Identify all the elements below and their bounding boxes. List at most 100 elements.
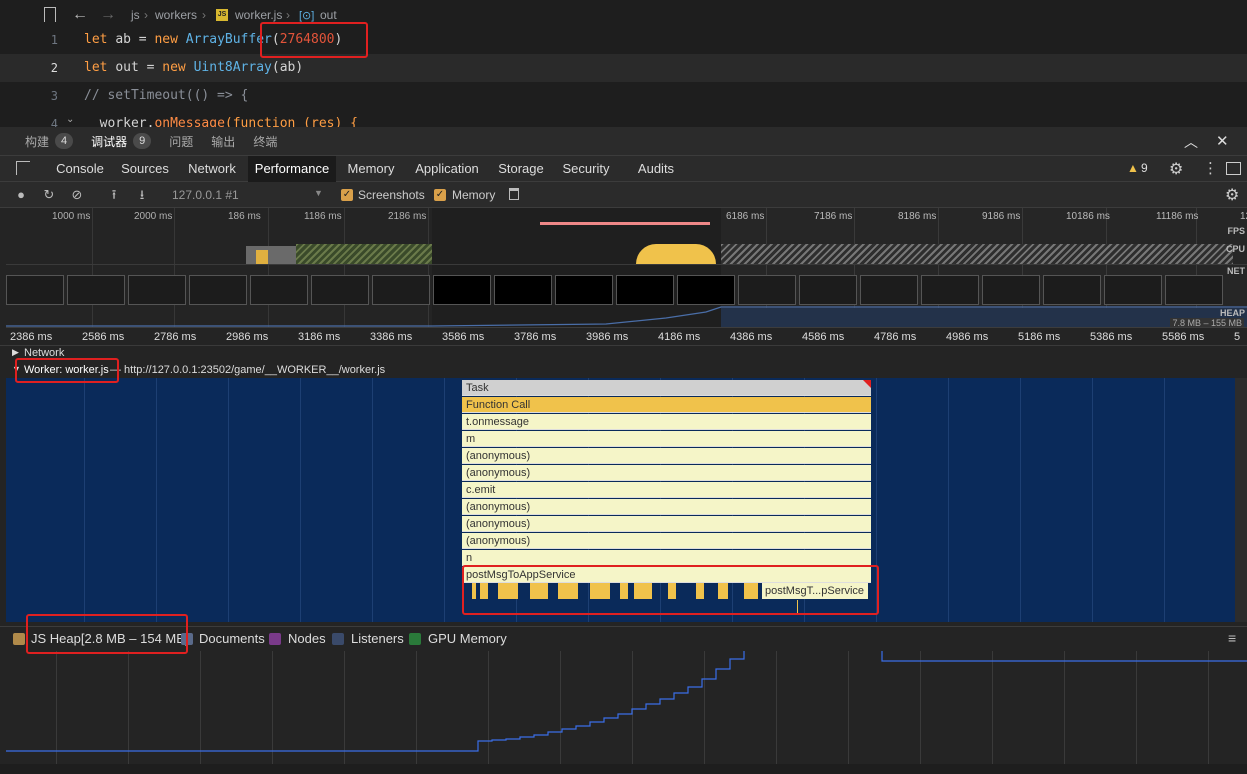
postmsg-call[interactable] [590, 583, 610, 599]
tab-application[interactable]: Application [408, 156, 486, 182]
network-track[interactable]: ▶ Network [0, 346, 1247, 360]
flame-bar[interactable]: postMsgT...pService [762, 583, 868, 599]
code-line[interactable]: 1 let ab = new ArrayBuffer(2764800) [0, 26, 1247, 54]
download-icon[interactable]: ⭳ [135, 188, 149, 202]
trash-icon[interactable] [509, 188, 519, 200]
panel-tab-problems[interactable]: 问题 [169, 133, 193, 150]
gear-icon[interactable]: ⚙ [1169, 159, 1183, 179]
screenshot-thumbnail[interactable] [921, 275, 979, 305]
screenshot-thumbnail[interactable] [494, 275, 552, 305]
flame-bar[interactable]: (anonymous) [462, 516, 871, 532]
panel-tab-output[interactable]: 输出 [211, 133, 235, 150]
dock-icon[interactable] [1226, 162, 1241, 175]
legend-checkbox[interactable] [13, 633, 25, 645]
memory-graph[interactable] [6, 651, 1247, 764]
clear-icon[interactable]: ⊘ [70, 188, 84, 202]
gear-icon[interactable]: ⚙ [1225, 185, 1239, 205]
screenshot-thumbnail[interactable] [616, 275, 674, 305]
panel-tab-debugger[interactable]: 调试器 9 [91, 133, 152, 150]
panel-tab-terminal[interactable]: 终端 [253, 133, 277, 150]
tab-console[interactable]: Console [50, 156, 110, 182]
more-vertical-icon[interactable]: ⋮ [1203, 159, 1218, 177]
collapse-triangle-icon[interactable]: ▼ [12, 364, 21, 374]
flame-bar[interactable]: postMsgToAppService [462, 567, 871, 583]
warning-icon[interactable]: ▲ [1127, 161, 1139, 175]
screenshot-thumbnail[interactable] [372, 275, 430, 305]
code-line[interactable]: 2 let out = new Uint8Array(ab) [0, 54, 1247, 82]
postmsg-call[interactable] [620, 583, 628, 599]
screenshot-thumbnail[interactable] [799, 275, 857, 305]
code-editor[interactable]: ← → js › workers › JS worker.js › [⊙] ou… [0, 0, 1247, 131]
menu-icon[interactable]: ≡ [1228, 630, 1236, 646]
bottom-scrollbar[interactable] [0, 764, 1247, 774]
flame-bar[interactable]: c.emit [462, 482, 871, 498]
legend-label[interactable]: Listeners [351, 631, 404, 646]
tab-performance[interactable]: Performance [248, 156, 336, 182]
screenshot-thumbnail[interactable] [311, 275, 369, 305]
flame-bar[interactable]: m [462, 431, 871, 447]
tab-memory[interactable]: Memory [341, 156, 401, 182]
postmsg-call[interactable] [718, 583, 728, 599]
tab-network[interactable]: Network [181, 156, 243, 182]
screenshot-thumbnail[interactable] [6, 275, 64, 305]
screenshots-checkbox[interactable]: ✓ [341, 189, 353, 201]
legend-checkbox[interactable] [332, 633, 344, 645]
postmsg-call[interactable] [530, 583, 548, 599]
tab-sources[interactable]: Sources [116, 156, 174, 182]
legend-label[interactable]: Documents [199, 631, 265, 646]
close-icon[interactable]: ✕ [1216, 132, 1229, 150]
code-line[interactable]: 3 // setTimeout(() => { [0, 82, 1247, 110]
forward-arrow-icon[interactable]: → [100, 6, 116, 24]
flame-bar[interactable]: n [462, 550, 871, 566]
screenshot-thumbnail[interactable] [433, 275, 491, 305]
postmsg-call[interactable] [480, 583, 488, 599]
screenshot-thumbnail[interactable] [250, 275, 308, 305]
legend-label[interactable]: Nodes [288, 631, 326, 646]
postmsg-call[interactable] [498, 583, 518, 599]
breadcrumb-file[interactable]: worker.js [235, 8, 282, 22]
flame-bar[interactable]: Task [462, 380, 871, 396]
chevron-up-icon[interactable]: ︿ [1184, 132, 1198, 152]
flame-bar[interactable]: (anonymous) [462, 499, 871, 515]
record-icon[interactable]: ● [14, 188, 28, 202]
postmsg-call[interactable] [558, 583, 578, 599]
screenshot-thumbnail[interactable] [1165, 275, 1223, 305]
screenshot-thumbnail[interactable] [1104, 275, 1162, 305]
legend-label[interactable]: GPU Memory [428, 631, 507, 646]
target-select[interactable]: 127.0.0.1 #1 [172, 188, 239, 202]
postmsg-call[interactable] [472, 583, 476, 599]
screenshot-thumbnail[interactable] [738, 275, 796, 305]
tab-audits[interactable]: Audits [630, 156, 682, 182]
screenshot-thumbnail[interactable] [128, 275, 186, 305]
screenshot-thumbnail[interactable] [67, 275, 125, 305]
warning-count[interactable]: 9 [1141, 161, 1148, 175]
legend-checkbox[interactable] [181, 633, 193, 645]
upload-icon[interactable]: ⭱ [107, 188, 121, 202]
flame-bar[interactable]: (anonymous) [462, 448, 871, 464]
postmsg-call[interactable] [634, 583, 652, 599]
flame-bar[interactable]: (anonymous) [462, 465, 871, 481]
back-arrow-icon[interactable]: ← [72, 6, 88, 24]
flame-bar[interactable]: t.onmessage [462, 414, 871, 430]
tab-security[interactable]: Security [557, 156, 615, 182]
expand-triangle-icon[interactable]: ▶ [12, 347, 19, 358]
timeline-overview[interactable]: 1000 ms2000 ms186 ms1186 ms2186 ms3186 m… [6, 208, 1247, 328]
tab-storage[interactable]: Storage [493, 156, 549, 182]
screenshot-thumbnail[interactable] [677, 275, 735, 305]
flame-chart[interactable]: Task Function Call t.onmessage m (anonymous)… [6, 378, 1235, 622]
breadcrumb-symbol[interactable]: out [320, 8, 337, 22]
screenshot-thumbnail[interactable] [860, 275, 918, 305]
legend-checkbox[interactable] [269, 633, 281, 645]
postmsg-call[interactable] [668, 583, 676, 599]
postmsg-call[interactable] [744, 583, 758, 599]
worker-track-header[interactable]: ▼ Worker: worker.js — http://127.0.0.1:2… [0, 362, 1247, 378]
screenshot-thumbnail[interactable] [189, 275, 247, 305]
flame-bar[interactable]: (anonymous) [462, 533, 871, 549]
chevron-down-icon[interactable]: ▼ [314, 188, 323, 198]
reload-icon[interactable]: ↻ [42, 188, 56, 202]
memory-label[interactable]: Memory [452, 188, 495, 202]
breadcrumb-folder-js[interactable]: js [131, 8, 140, 22]
inspect-element-icon[interactable] [16, 161, 30, 175]
flame-scrollbar[interactable] [1235, 378, 1247, 622]
panel-tab-build[interactable]: 构建 4 [25, 133, 74, 150]
